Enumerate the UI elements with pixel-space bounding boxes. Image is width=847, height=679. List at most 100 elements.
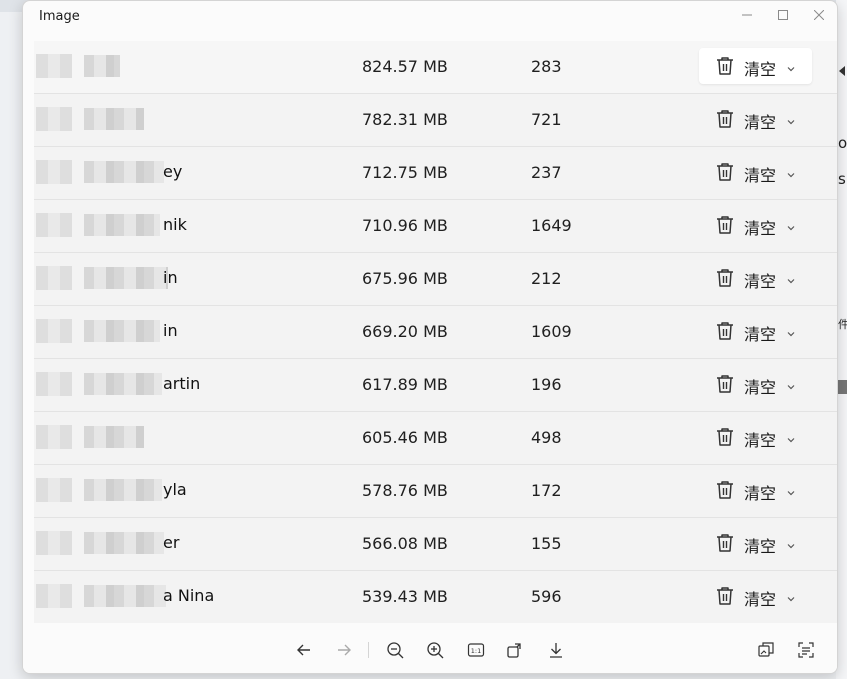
chevron-down-icon xyxy=(785,219,797,231)
clear-button[interactable]: 清空 xyxy=(699,578,812,614)
clear-label: 清空 xyxy=(744,431,777,450)
storage-size: 710.96 MB xyxy=(362,216,448,235)
redacted-name xyxy=(84,161,164,183)
minimize-icon xyxy=(742,14,752,16)
chevron-down-icon xyxy=(785,113,797,125)
window-title: Image xyxy=(39,9,80,24)
item-count: 196 xyxy=(531,375,562,394)
redacted-avatar xyxy=(36,160,72,184)
storage-size: 566.08 MB xyxy=(362,534,448,553)
trash-icon xyxy=(714,426,736,448)
close-button[interactable] xyxy=(801,5,837,25)
clear-button[interactable]: 清空 xyxy=(699,207,812,243)
list-item[interactable]: in 669.20 MB 1609 清空 xyxy=(34,306,837,359)
redacted-name xyxy=(84,479,162,501)
zoom-in-icon[interactable] xyxy=(424,639,446,661)
maximize-button[interactable] xyxy=(765,5,801,25)
image-viewer-window: Image 824.57 MB 283 清空 782.31 MB 721 清空 ey 712.… xyxy=(22,0,838,674)
chevron-down-icon xyxy=(785,537,797,549)
clear-label: 清空 xyxy=(744,113,777,132)
redacted-avatar xyxy=(36,213,72,237)
trash-icon xyxy=(714,373,736,395)
text-extract-icon[interactable] xyxy=(795,639,817,661)
list-item[interactable]: a Nina 539.43 MB 596 清空 xyxy=(34,571,837,623)
item-count: 283 xyxy=(531,57,562,76)
clear-label: 清空 xyxy=(744,378,777,397)
item-count: 212 xyxy=(531,269,562,288)
storage-size: 539.43 MB xyxy=(362,587,448,606)
redacted-name xyxy=(84,426,144,448)
redacted-avatar xyxy=(36,478,72,502)
item-count: 155 xyxy=(531,534,562,553)
contact-name: in xyxy=(163,321,178,340)
clear-button[interactable]: 清空 xyxy=(699,313,812,349)
arrow-right-icon[interactable] xyxy=(333,639,355,661)
redacted-name xyxy=(84,267,168,289)
background-glyph: 件 xyxy=(838,318,847,331)
rotate-icon[interactable] xyxy=(504,639,526,661)
trash-icon xyxy=(714,267,736,289)
chevron-down-icon xyxy=(785,431,797,443)
background-glyph: s xyxy=(838,170,846,188)
list-item[interactable]: nik 710.96 MB 1649 清空 xyxy=(34,200,837,253)
clear-label: 清空 xyxy=(744,325,777,344)
clear-label: 清空 xyxy=(744,166,777,185)
chevron-down-icon xyxy=(785,378,797,390)
background-arrow-icon xyxy=(839,66,845,76)
zoom-out-icon[interactable] xyxy=(384,639,406,661)
trash-icon xyxy=(714,214,736,236)
redacted-name xyxy=(84,320,160,342)
redacted-avatar xyxy=(36,54,72,78)
clear-label: 清空 xyxy=(744,484,777,503)
redacted-avatar xyxy=(36,372,72,396)
storage-size: 824.57 MB xyxy=(362,57,448,76)
storage-size: 675.96 MB xyxy=(362,269,448,288)
contact-name: er xyxy=(163,533,180,552)
clear-button[interactable]: 清空 xyxy=(699,154,812,190)
redacted-avatar xyxy=(36,107,72,131)
copy-image-icon[interactable] xyxy=(755,639,777,661)
storage-size: 605.46 MB xyxy=(362,428,448,447)
contact-name: nik xyxy=(163,215,187,234)
redacted-name xyxy=(84,585,166,607)
redacted-avatar xyxy=(36,319,72,343)
storage-size: 669.20 MB xyxy=(362,322,448,341)
list-item[interactable]: 824.57 MB 283 清空 xyxy=(34,41,837,94)
clear-button[interactable]: 清空 xyxy=(699,260,812,296)
clear-button[interactable]: 清空 xyxy=(699,366,812,402)
list-item[interactable]: yla 578.76 MB 172 清空 xyxy=(34,465,837,518)
download-icon[interactable] xyxy=(545,639,567,661)
trash-icon xyxy=(714,108,736,130)
redacted-avatar xyxy=(36,266,72,290)
redacted-avatar xyxy=(36,531,72,555)
item-count: 1609 xyxy=(531,322,572,341)
contact-name: yla xyxy=(163,480,187,499)
list-item[interactable]: ey 712.75 MB 237 清空 xyxy=(34,147,837,200)
trash-icon xyxy=(714,161,736,183)
clear-label: 清空 xyxy=(744,537,777,556)
clear-button[interactable]: 清空 xyxy=(699,472,812,508)
item-count: 1649 xyxy=(531,216,572,235)
clear-button[interactable]: 清空 xyxy=(699,48,812,84)
storage-size: 712.75 MB xyxy=(362,163,448,182)
trash-icon xyxy=(714,585,736,607)
list-item[interactable]: in 675.96 MB 212 清空 xyxy=(34,253,837,306)
chevron-down-icon xyxy=(785,590,797,602)
arrow-left-icon[interactable] xyxy=(293,639,315,661)
list-item[interactable]: er 566.08 MB 155 清空 xyxy=(34,518,837,571)
clear-button[interactable]: 清空 xyxy=(699,525,812,561)
item-count: 237 xyxy=(531,163,562,182)
list-item[interactable]: 782.31 MB 721 清空 xyxy=(34,94,837,147)
trash-icon xyxy=(714,532,736,554)
clear-button[interactable]: 清空 xyxy=(699,101,812,137)
background-glyph: o xyxy=(838,134,847,152)
chevron-down-icon xyxy=(785,325,797,337)
minimize-button[interactable] xyxy=(729,5,765,25)
trash-icon xyxy=(714,479,736,501)
storage-size: 578.76 MB xyxy=(362,481,448,500)
redacted-name xyxy=(84,373,162,395)
actual-size-icon[interactable]: 1:1 xyxy=(465,639,487,661)
list-item[interactable]: artin 617.89 MB 196 清空 xyxy=(34,359,837,412)
clear-button[interactable]: 清空 xyxy=(699,419,812,455)
list-item[interactable]: 605.46 MB 498 清空 xyxy=(34,412,837,465)
